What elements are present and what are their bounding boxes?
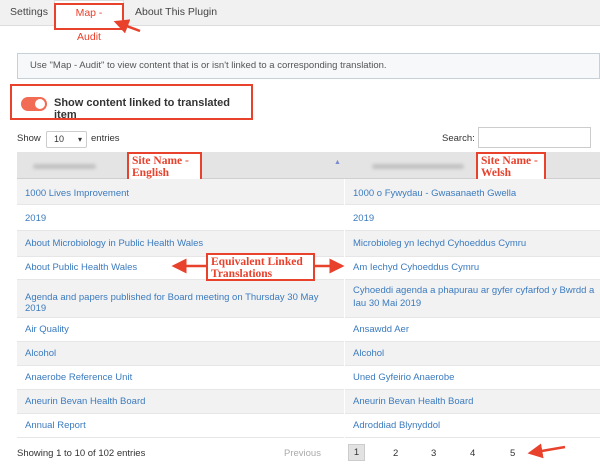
map-audit-tab-highlight-box — [54, 3, 124, 30]
arrow-to-pagination — [527, 443, 566, 459]
annotation-arrows — [54, 3, 566, 459]
